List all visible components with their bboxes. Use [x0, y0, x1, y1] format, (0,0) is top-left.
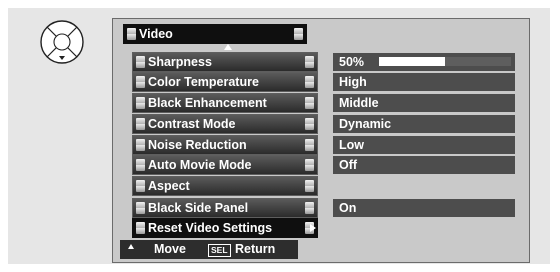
- menu-item-value: High: [333, 73, 515, 91]
- tab-cap-right: [305, 118, 314, 130]
- tab-cap: [136, 202, 145, 214]
- tab-cap: [136, 180, 145, 192]
- menu-item-label: Contrast Mode: [148, 117, 236, 131]
- menu-item-contrast-mode[interactable]: Contrast Mode: [132, 114, 318, 134]
- menu-item-value: Dynamic: [333, 115, 515, 133]
- tab-cap-right: [305, 180, 314, 192]
- tab-cap: [127, 28, 136, 40]
- up-arrow-icon[interactable]: [224, 44, 232, 50]
- menu-item-aspect[interactable]: Aspect: [132, 176, 318, 196]
- menu-item-label: Auto Movie Mode: [148, 158, 252, 172]
- menu-item-label: Black Enhancement: [148, 96, 267, 110]
- tab-cap: [136, 159, 145, 171]
- menu-item-reset-video-settings[interactable]: Reset Video Settings: [132, 218, 318, 238]
- tab-cap: [136, 76, 145, 88]
- tab-cap: [136, 222, 145, 234]
- tab-cap-right: [305, 97, 314, 109]
- menu-item-black-enhancement[interactable]: Black Enhancement: [132, 93, 318, 113]
- up-arrow-icon: [128, 244, 134, 249]
- menu-item-label: Noise Reduction: [148, 138, 247, 152]
- return-label: Return: [235, 242, 276, 256]
- tab-cap-right: [305, 202, 314, 214]
- sharpness-bar-fill: [379, 57, 445, 66]
- menu-item-value: Off: [333, 156, 515, 174]
- menu-title-label: Video: [139, 27, 173, 41]
- menu-item-value: Low: [333, 136, 515, 154]
- menu-item-label: Reset Video Settings: [148, 221, 273, 235]
- menu-item-label: Aspect: [148, 179, 190, 193]
- menu-item-noise-reduction[interactable]: Noise Reduction: [132, 135, 318, 155]
- menu-item-auto-movie-mode[interactable]: Auto Movie Mode: [132, 155, 318, 175]
- tab-cap: [136, 97, 145, 109]
- menu-title: Video: [123, 24, 307, 44]
- tab-cap-right: [305, 76, 314, 88]
- menu-item-black-side-panel[interactable]: Black Side Panel: [132, 198, 318, 218]
- move-label: Move: [154, 242, 186, 256]
- sharpness-bar[interactable]: [379, 57, 511, 66]
- menu-item-color-temperature[interactable]: Color Temperature: [132, 72, 318, 92]
- tab-cap: [136, 56, 145, 68]
- menu-item-value: On: [333, 199, 515, 217]
- dpad-icon[interactable]: [40, 20, 84, 64]
- menu-item-label: Color Temperature: [148, 75, 259, 89]
- footer-bar: Move SEL Return: [120, 240, 298, 259]
- tab-cap: [136, 139, 145, 151]
- tab-cap-right: [294, 28, 303, 40]
- right-arrow-icon[interactable]: [310, 224, 316, 232]
- sel-key-icon: SEL: [208, 244, 231, 257]
- menu-item-sharpness[interactable]: Sharpness: [132, 52, 318, 72]
- menu-item-label: Black Side Panel: [148, 201, 249, 215]
- tab-cap-right: [305, 139, 314, 151]
- tab-cap: [136, 118, 145, 130]
- menu-item-value: Middle: [333, 94, 515, 112]
- tab-cap-right: [305, 56, 314, 68]
- tab-cap-right: [305, 159, 314, 171]
- menu-item-label: Sharpness: [148, 55, 212, 69]
